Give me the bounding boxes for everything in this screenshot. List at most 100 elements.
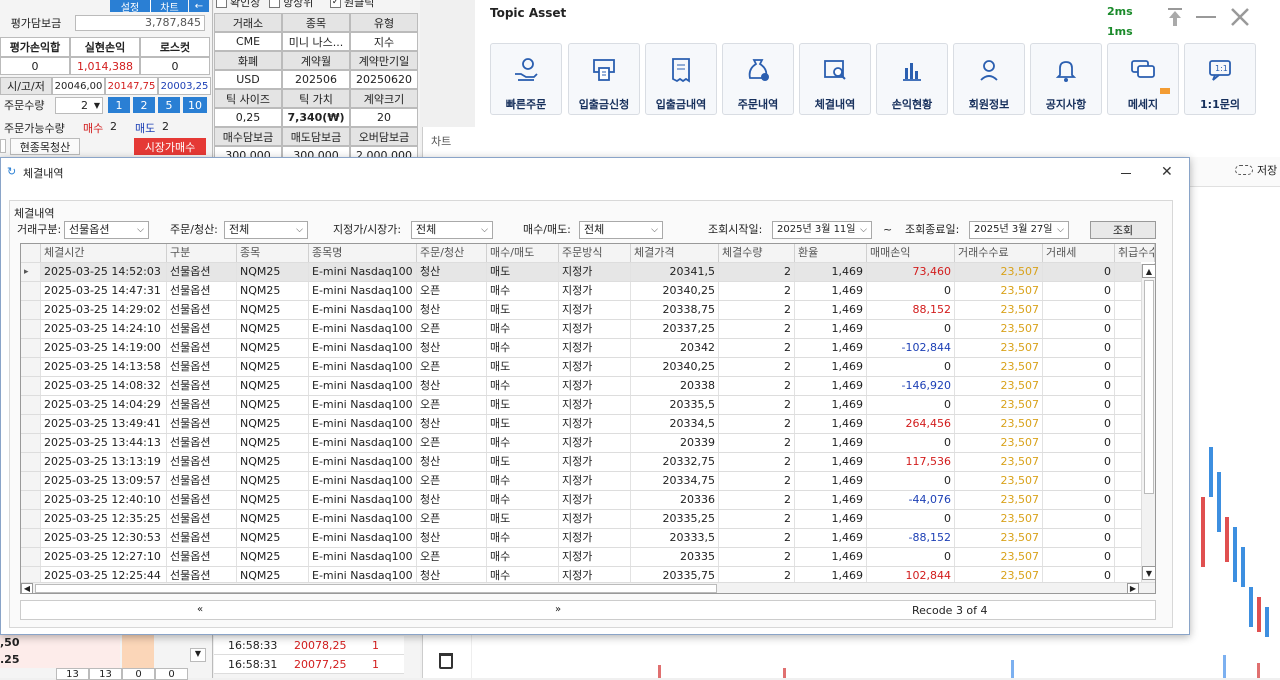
- column-header-exec-time[interactable]: 체결시간: [41, 244, 167, 262]
- column-header-exec-qty[interactable]: 체결수량: [719, 244, 795, 262]
- cell-symbol-name: E-mini Nasdaq100: [309, 510, 417, 528]
- save-chart-button[interactable]: 저장: [1235, 162, 1277, 178]
- column-header-trade-pnl[interactable]: 매매손익: [867, 244, 955, 262]
- table-row[interactable]: 2025-03-25 13:49:41 선물옵션 NQM25 E-mini Nasda…: [21, 415, 1155, 434]
- minimize-button[interactable]: [1196, 16, 1216, 18]
- check-always-top[interactable]: 항상위: [269, 0, 313, 9]
- order-clear-select[interactable]: 전체 ⌵: [224, 221, 308, 239]
- qty-button-10[interactable]: 10: [183, 97, 207, 113]
- check-confirm[interactable]: 확인창: [216, 0, 260, 9]
- bar-chart-icon: [903, 63, 921, 81]
- cell-trade-tax: 0: [1043, 358, 1115, 376]
- scroll-down-arrow[interactable]: ▼: [1142, 566, 1155, 580]
- trade-type-select[interactable]: 선물옵션 ⌵: [64, 221, 149, 239]
- scroll-up-arrow[interactable]: ▲: [1142, 264, 1155, 278]
- table-row[interactable]: 2025-03-25 12:27:10 선물옵션 NQM25 E-mini Nasda…: [21, 548, 1155, 567]
- cell-trade-pnl: 0: [867, 396, 955, 414]
- cell-exec-qty: 2: [719, 510, 795, 528]
- table-row[interactable]: 2025-03-25 13:44:13 선물옵션 NQM25 E-mini Nasda…: [21, 434, 1155, 453]
- cell-exec-price: 20342: [631, 339, 719, 357]
- inquiry-button[interactable]: 1:1 1:1문의: [1184, 43, 1256, 115]
- deposit-request-button[interactable]: 입출금신청: [568, 43, 640, 115]
- limit-market-select[interactable]: 전체 ⌵: [411, 221, 493, 239]
- cell-exec-price: 20340,25: [631, 282, 719, 300]
- table-row[interactable]: 2025-03-25 12:40:10 선물옵션 NQM25 E-mini Nasda…: [21, 491, 1155, 510]
- hscroll-thumb[interactable]: [35, 584, 717, 593]
- trash-icon[interactable]: [439, 653, 453, 669]
- checkbox-small[interactable]: [0, 139, 6, 153]
- table-row[interactable]: 2025-03-25 12:35:25 선물옵션 NQM25 E-mini Nasda…: [21, 510, 1155, 529]
- pager-prev-button[interactable]: «: [197, 604, 203, 615]
- qty-button-1[interactable]: 1: [108, 97, 130, 113]
- cell-exec-time: 2025-03-25 14:04:29: [41, 396, 167, 414]
- search-button-label: 조회: [1112, 224, 1134, 237]
- cell-exec-qty: 2: [719, 472, 795, 490]
- cell-exec-price: 20333,5: [631, 529, 719, 547]
- info-cell: 화폐: [214, 51, 282, 70]
- buy-sell-select[interactable]: 전체 ⌵: [579, 221, 663, 239]
- search-button[interactable]: 조회: [1090, 221, 1156, 239]
- scroll-thumb[interactable]: [1144, 280, 1154, 494]
- column-header-order-method[interactable]: 주문방식: [559, 244, 631, 262]
- order-qty-input[interactable]: 2 ▼: [55, 97, 103, 114]
- column-header-handling-fee[interactable]: 취급수수: [1115, 244, 1155, 262]
- table-row[interactable]: 2025-03-25 13:09:57 선물옵션 NQM25 E-mini Nasda…: [21, 472, 1155, 491]
- cell-buy-sell: 매도: [487, 396, 559, 414]
- end-date-picker[interactable]: 2025년 3월 27일 ⌵: [969, 221, 1069, 239]
- column-header-order-clear[interactable]: 주문/청산: [417, 244, 487, 262]
- deposit-history-button[interactable]: 입출금내역: [645, 43, 717, 115]
- column-header-commission[interactable]: 거래수수료: [955, 244, 1043, 262]
- column-header-exec-price[interactable]: 체결가격: [631, 244, 719, 262]
- back-button[interactable]: ←: [189, 0, 209, 12]
- order-clear-value: 전체: [229, 223, 250, 236]
- quick-order-button[interactable]: 빠른주문: [490, 43, 562, 115]
- cell-buy-sell: 매수: [487, 548, 559, 566]
- scroll-left-arrow[interactable]: ◀: [21, 583, 33, 593]
- cell-category: 선물옵션: [167, 377, 237, 395]
- notice-button[interactable]: 공지사항: [1030, 43, 1102, 115]
- column-header-fx-rate[interactable]: 환율: [795, 244, 867, 262]
- vertical-scrollbar[interactable]: ▲ ▼: [1141, 264, 1155, 582]
- column-header-buy-sell[interactable]: 매수/매도: [487, 244, 559, 262]
- cell-symbol: NQM25: [237, 377, 309, 395]
- table-row[interactable]: 2025-03-25 13:13:19 선물옵션 NQM25 E-mini Nasda…: [21, 453, 1155, 472]
- ladder-scroll[interactable]: ▼: [190, 648, 206, 662]
- table-row[interactable]: 2025-03-25 14:13:58 선물옵션 NQM25 E-mini Nasda…: [21, 358, 1155, 377]
- cell-category: 선물옵션: [167, 472, 237, 490]
- table-row[interactable]: 2025-03-25 14:47:31 선물옵션 NQM25 E-mini Nasda…: [21, 282, 1155, 301]
- settings-button[interactable]: 설정: [110, 0, 150, 12]
- pager-next-button[interactable]: »: [555, 604, 561, 615]
- liquidate-button[interactable]: 현종목청산: [10, 138, 80, 155]
- check-oneclick[interactable]: ✓ 원클릭: [330, 0, 374, 9]
- chart-tab[interactable]: 차트: [431, 133, 451, 149]
- table-row[interactable]: 2025-03-25 14:08:32 선물옵션 NQM25 E-mini Nasda…: [21, 377, 1155, 396]
- table-row[interactable]: 2025-03-25 12:30:53 선물옵션 NQM25 E-mini Nasda…: [21, 529, 1155, 548]
- order-history-button[interactable]: 주문내역: [722, 43, 794, 115]
- horizontal-scrollbar[interactable]: ◀ ▶: [21, 582, 1155, 593]
- message-button[interactable]: 메세지: [1107, 43, 1179, 115]
- dialog-close-button[interactable]: ✕: [1161, 164, 1173, 180]
- pin-top-button[interactable]: [1165, 6, 1185, 28]
- chart-button[interactable]: 차트: [150, 0, 188, 12]
- cell-exec-price: 20340,25: [631, 358, 719, 376]
- market-buy-button[interactable]: 시장가매수: [134, 138, 206, 155]
- qty-button-2[interactable]: 2: [133, 97, 155, 113]
- column-header-trade-tax[interactable]: 거래세: [1043, 244, 1115, 262]
- table-row[interactable]: ▸ 2025-03-25 14:52:03 선물옵션 NQM25 E-mini Nasd…: [21, 263, 1155, 282]
- column-header-symbol-name[interactable]: 종목명: [309, 244, 417, 262]
- start-date-picker[interactable]: 2025년 3월 11일 ⌵: [772, 221, 872, 239]
- execution-history-button[interactable]: 체결내역: [799, 43, 871, 115]
- table-row[interactable]: 2025-03-25 14:04:29 선물옵션 NQM25 E-mini Nasda…: [21, 396, 1155, 415]
- member-info-button[interactable]: 회원정보: [953, 43, 1025, 115]
- pnl-status-button[interactable]: 손익현황: [876, 43, 948, 115]
- close-button[interactable]: [1229, 6, 1251, 28]
- cell-trade-tax: 0: [1043, 453, 1115, 471]
- qty-button-5[interactable]: 5: [158, 97, 180, 113]
- table-row[interactable]: 2025-03-25 14:24:10 선물옵션 NQM25 E-mini Nasda…: [21, 320, 1155, 339]
- table-row[interactable]: 2025-03-25 14:29:02 선물옵션 NQM25 E-mini Nasda…: [21, 301, 1155, 320]
- column-header-symbol[interactable]: 종목: [237, 244, 309, 262]
- table-row[interactable]: 2025-03-25 14:19:00 선물옵션 NQM25 E-mini Nasda…: [21, 339, 1155, 358]
- dialog-minimize-button[interactable]: [1121, 173, 1131, 174]
- scroll-right-arrow[interactable]: ▶: [1127, 583, 1139, 593]
- column-header-category[interactable]: 구분: [167, 244, 237, 262]
